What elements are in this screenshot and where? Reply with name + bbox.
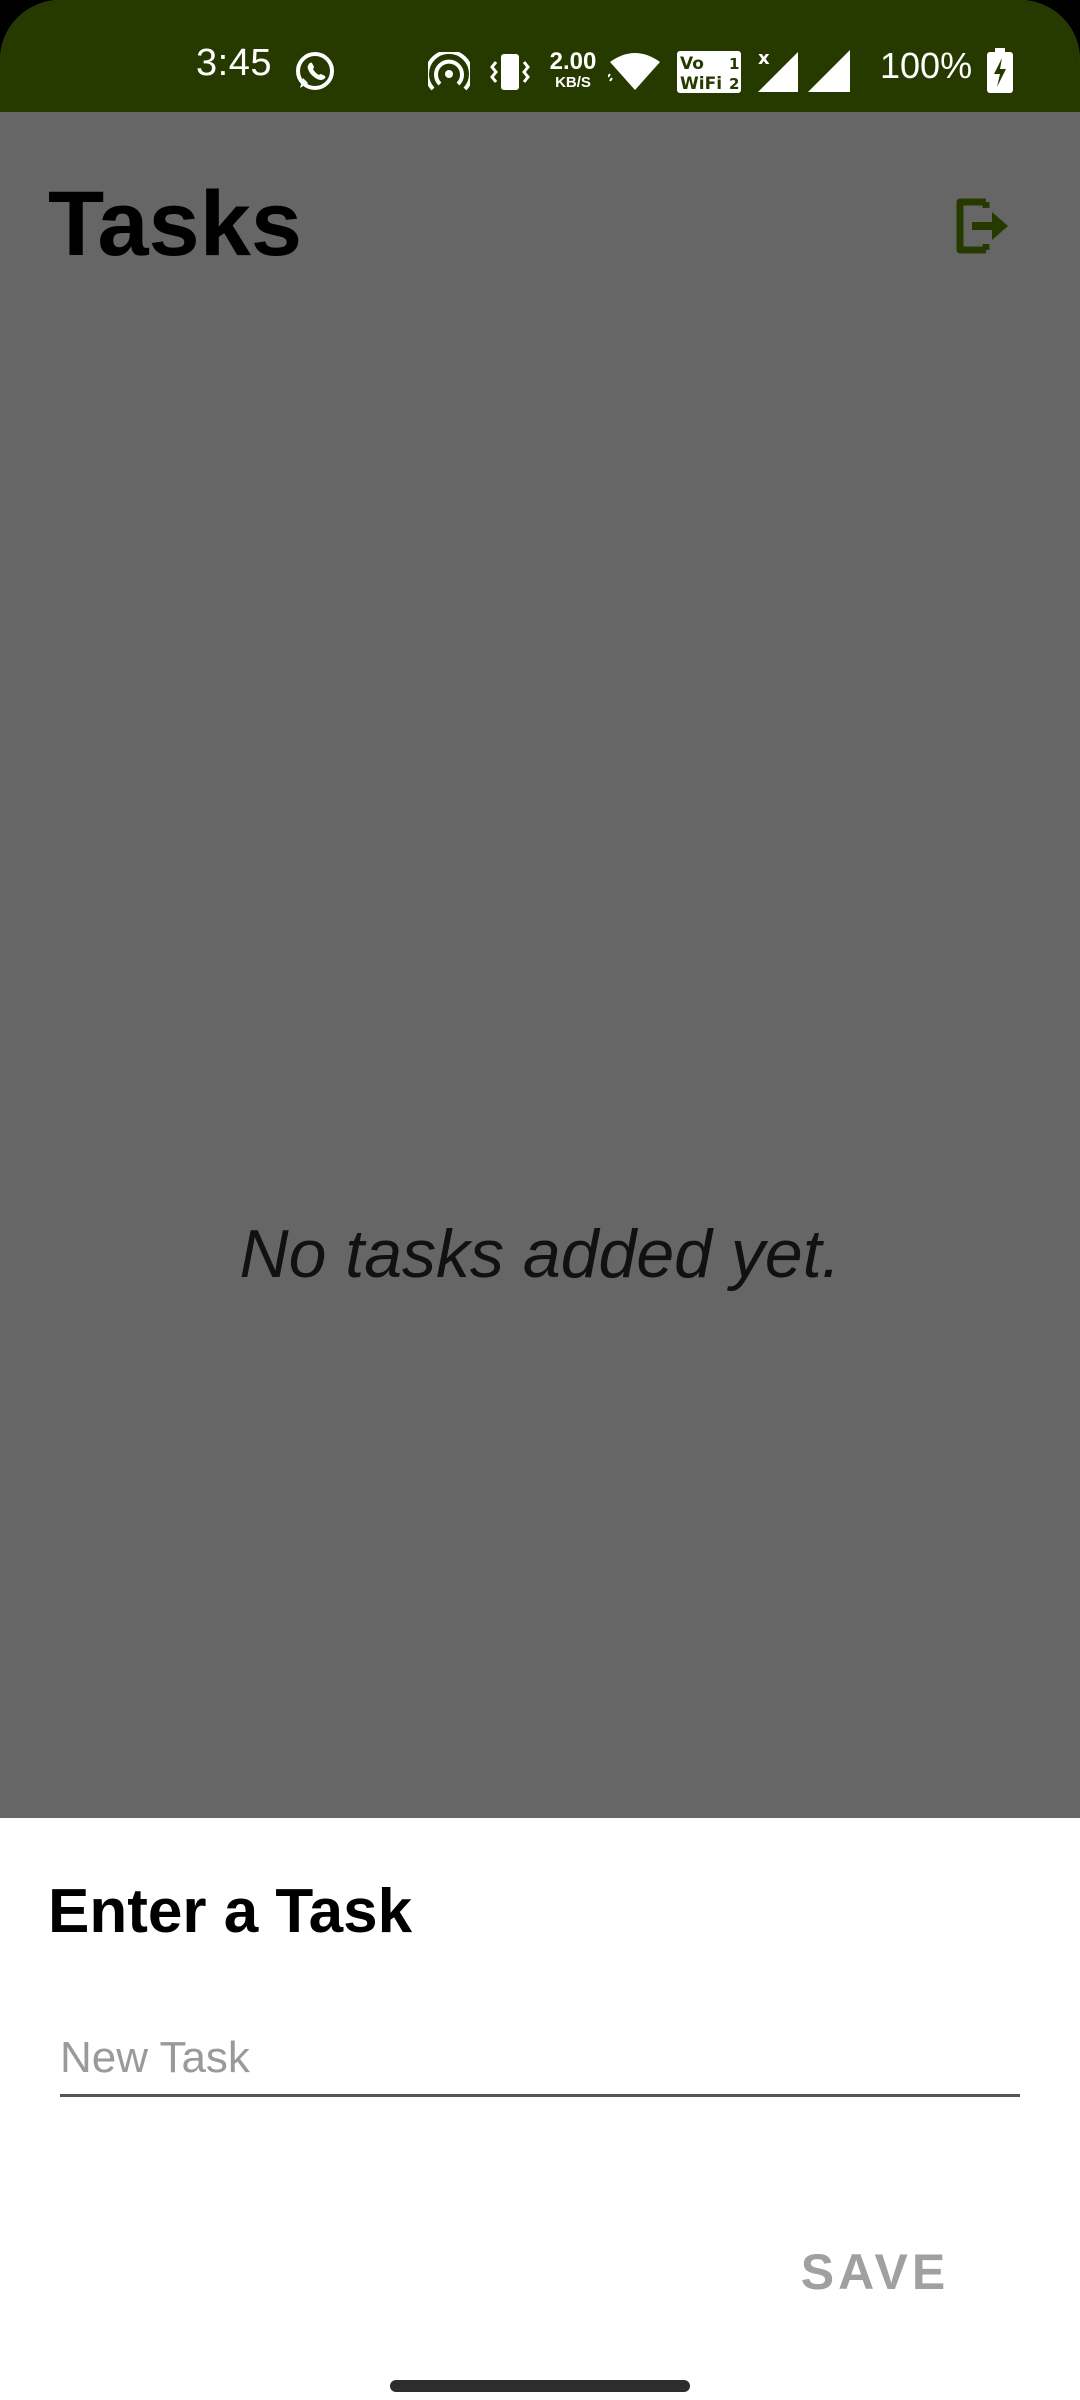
sheet-title: Enter a Task [48, 1877, 413, 1946]
empty-state-message: No tasks added yet. [239, 1216, 841, 1292]
network-speed-unit: KB/S [555, 74, 591, 91]
battery-charging-icon [986, 48, 1014, 99]
vibrate-icon [488, 50, 532, 99]
no-signal-mark: x [758, 48, 770, 69]
logout-button[interactable] [950, 190, 1014, 262]
hotspot-icon [425, 49, 473, 97]
vowifi-icon: Vo WiFi 1 2 [676, 50, 742, 99]
input-underline [60, 2094, 1020, 2097]
signal-icon [806, 46, 852, 99]
new-task-input[interactable] [60, 2018, 1020, 2098]
save-button[interactable]: SAVE [790, 2242, 960, 2302]
network-speed: 2.00 KB/S [545, 48, 601, 91]
battery-percent: 100% [880, 45, 973, 86]
bottom-sheet: Enter a Task SAVE [0, 1818, 1080, 2400]
whatsapp-icon [294, 50, 336, 97]
logout-icon [956, 198, 1008, 254]
wifi-icon [607, 52, 662, 97]
page-title: Tasks [48, 173, 303, 275]
sim2-text: 2 [729, 75, 739, 93]
screen: 3:45 2.00 KB/S Vo WiFi 1 2 x 100% Tasks … [0, 0, 1080, 2400]
signal-icon: x [752, 46, 802, 99]
home-indicator[interactable] [390, 2380, 690, 2392]
sim1-text: 1 [729, 55, 739, 73]
network-speed-value: 2.00 [549, 48, 597, 75]
vowifi-top-text: Vo [680, 54, 704, 74]
status-bar: 3:45 2.00 KB/S Vo WiFi 1 2 x 100% [0, 0, 1080, 112]
status-time: 3:45 [196, 42, 272, 84]
vowifi-bottom-text: WiFi [680, 74, 722, 94]
